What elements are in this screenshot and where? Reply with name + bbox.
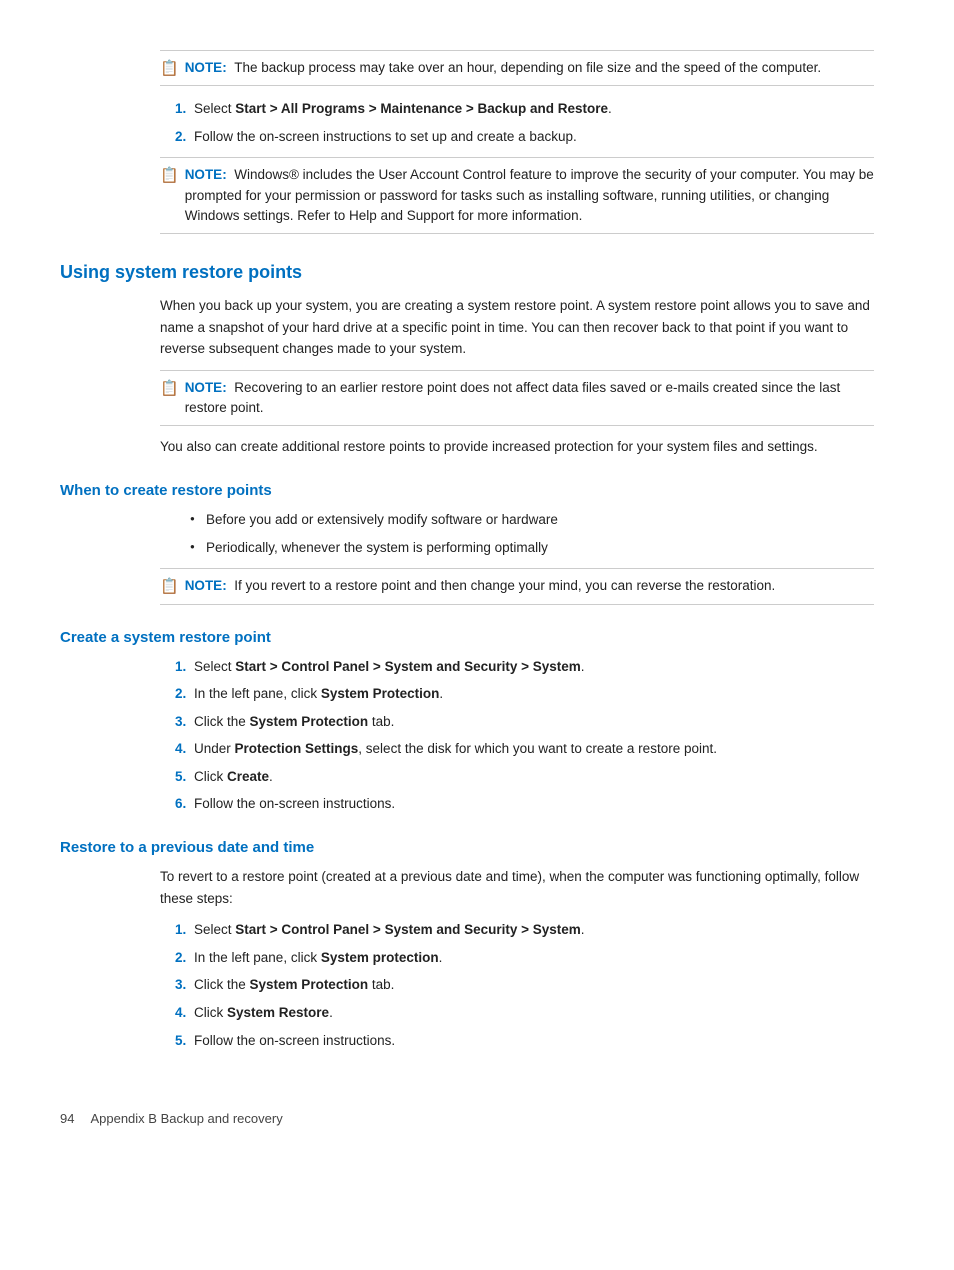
when-bullet-1: Before you add or extensively modify sof… <box>190 509 874 531</box>
create-step-4: Under Protection Settings, select the di… <box>190 738 874 760</box>
create-step-6: Follow the on-screen instructions. <box>190 793 874 815</box>
subsection-when-title: When to create restore points <box>60 482 894 499</box>
windows-note-box: 📋 NOTE: Windows® includes the User Accou… <box>160 157 874 234</box>
footer-text: Appendix B Backup and recovery <box>90 1111 282 1126</box>
restore-step-4: Click System Restore. <box>190 1002 874 1024</box>
top-note-box: 📋 NOTE: The backup process may take over… <box>160 50 874 86</box>
when-bullet-2: Periodically, whenever the system is per… <box>190 537 874 559</box>
intro-steps-list: Select Start > All Programs > Maintenanc… <box>190 98 874 147</box>
intro-step-1-text: Select Start > All Programs > Maintenanc… <box>194 101 612 116</box>
intro-step-2: Follow the on-screen instructions to set… <box>190 126 874 148</box>
restore-step-2: In the left pane, click System protectio… <box>190 947 874 969</box>
create-steps-list: Select Start > Control Panel > System an… <box>190 656 874 816</box>
restore-note-box: 📋 NOTE: Recovering to an earlier restore… <box>160 370 874 427</box>
footer-page: 94 <box>60 1111 74 1126</box>
restore-step-5: Follow the on-screen instructions. <box>190 1030 874 1052</box>
note-icon-top: 📋 <box>160 59 179 77</box>
intro-step-1: Select Start > All Programs > Maintenanc… <box>190 98 874 120</box>
subsection-restore-title: Restore to a previous date and time <box>60 839 894 856</box>
additional-text: You also can create additional restore p… <box>160 436 874 458</box>
top-note-text: NOTE: The backup process may take over a… <box>185 58 821 78</box>
create-step-2: In the left pane, click System Protectio… <box>190 683 874 705</box>
intro-step-2-text: Follow the on-screen instructions to set… <box>194 129 577 144</box>
note-icon-restore: 📋 <box>160 379 179 397</box>
note-icon-windows: 📋 <box>160 166 179 184</box>
restore-steps-list: Select Start > Control Panel > System an… <box>190 919 874 1051</box>
restore-step-1: Select Start > Control Panel > System an… <box>190 919 874 941</box>
restore-intro: To revert to a restore point (created at… <box>160 866 874 909</box>
windows-note-text: NOTE: Windows® includes the User Account… <box>185 165 874 226</box>
create-step-5: Click Create. <box>190 766 874 788</box>
when-note-box: 📋 NOTE: If you revert to a restore point… <box>160 568 874 604</box>
note-icon-when: 📋 <box>160 577 179 595</box>
create-step-3: Click the System Protection tab. <box>190 711 874 733</box>
restore-step-3: Click the System Protection tab. <box>190 974 874 996</box>
restore-note-text: NOTE: Recovering to an earlier restore p… <box>185 378 874 419</box>
footer: 94 Appendix B Backup and recovery <box>60 1111 894 1126</box>
create-step-1: Select Start > Control Panel > System an… <box>190 656 874 678</box>
subsection-create-title: Create a system restore point <box>60 629 894 646</box>
when-bullets-list: Before you add or extensively modify sof… <box>190 509 874 558</box>
when-note-text: NOTE: If you revert to a restore point a… <box>185 576 776 596</box>
section-main-title: Using system restore points <box>60 262 894 283</box>
section-main-body: When you back up your system, you are cr… <box>160 295 874 360</box>
